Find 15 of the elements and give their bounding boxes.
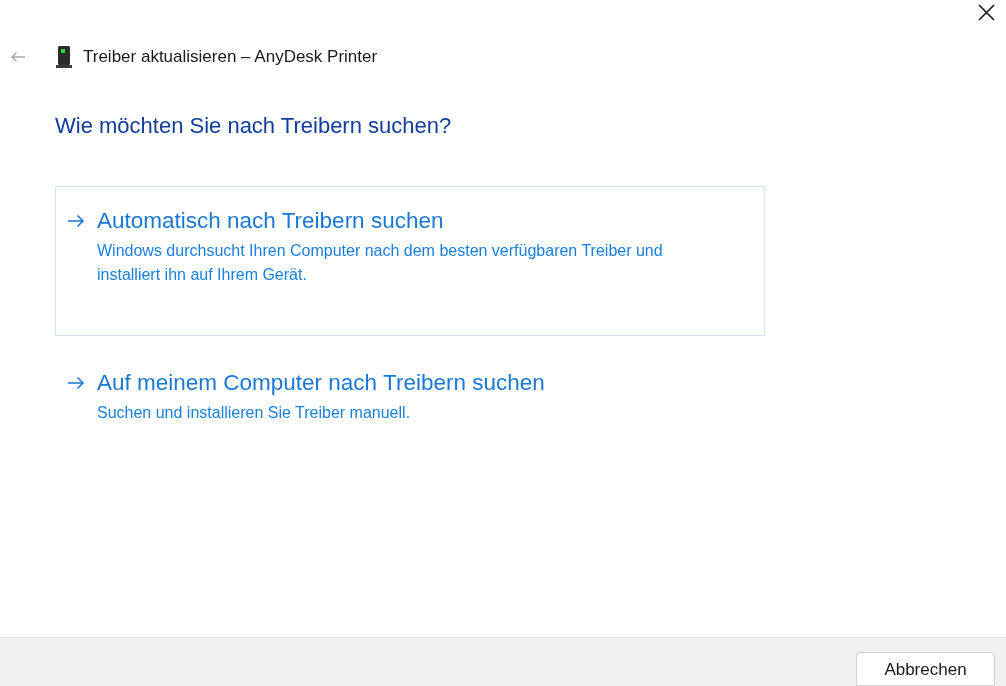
- printer-device-icon: [56, 46, 72, 68]
- search-option[interactable]: Automatisch nach Treibern suchen Windows durchsucht Ihren Computer nach dem besten verfügbaren Treiber und installiert ihn auf Ihrem Gerät.: [55, 186, 765, 336]
- page-heading: Wie möchten Sie nach Treibern suchen?: [55, 112, 452, 140]
- arrow-icon: [67, 214, 85, 228]
- arrow-icon: [67, 376, 85, 390]
- close-button[interactable]: [977, 3, 995, 21]
- window-title: Treiber aktualisieren – AnyDesk Printer: [83, 46, 378, 69]
- cancel-button[interactable]: Abbrechen: [856, 652, 995, 686]
- option-description: Suchen und installieren Sie Treiber manuell.: [97, 403, 411, 423]
- close-icon: [977, 3, 995, 21]
- option-title: Automatisch nach Treibern suchen: [97, 207, 444, 235]
- search-option[interactable]: Auf meinem Computer nach Treibern suchen Suchen und installieren Sie Treiber manuell.: [55, 348, 765, 498]
- back-arrow-icon: [10, 51, 26, 63]
- option-description: Windows durchsucht Ihren Computer nach dem besten verfügbaren Treiber und installiert ihn auf Ihrem Gerät.: [97, 241, 664, 285]
- option-title: Auf meinem Computer nach Treibern suchen: [97, 369, 545, 397]
